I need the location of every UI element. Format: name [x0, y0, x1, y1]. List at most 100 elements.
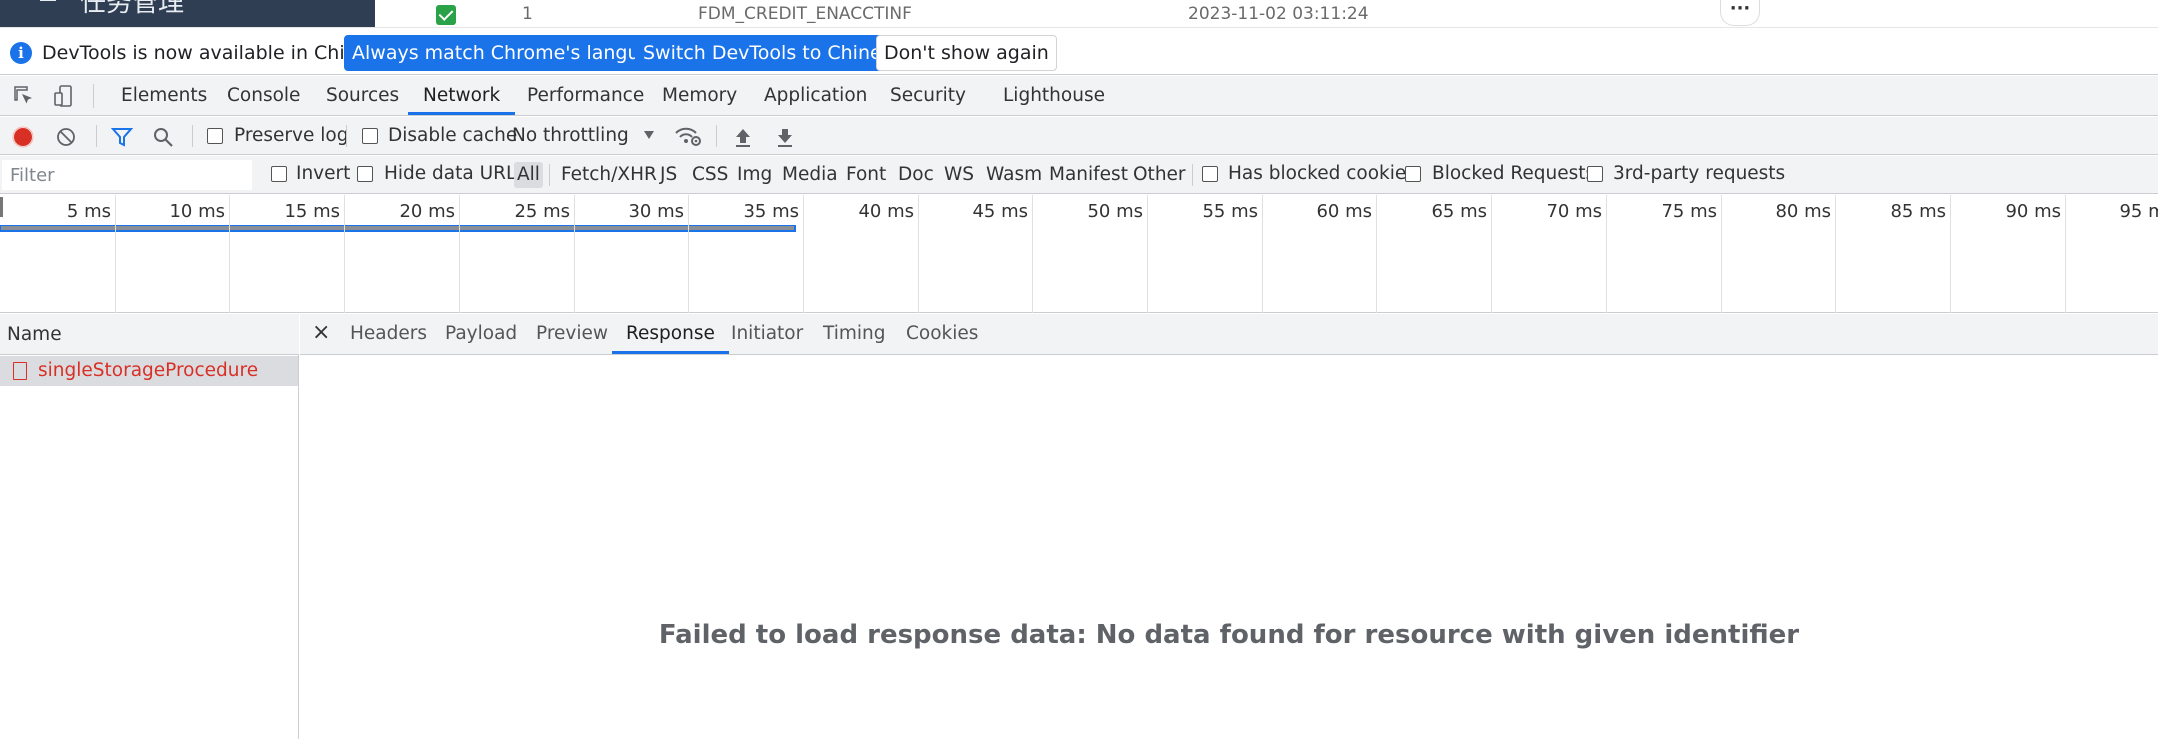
filter-type-other[interactable]: Other: [1130, 162, 1189, 188]
blocked-requests-label: Blocked Requests: [1432, 163, 1596, 184]
filter-type-js[interactable]: JS: [657, 162, 680, 188]
divider: [1192, 164, 1193, 186]
always-match-language-button[interactable]: Always match Chrome's language: [344, 35, 683, 71]
tab-elements[interactable]: Elements: [121, 76, 207, 115]
third-party-requests-checkbox[interactable]: [1587, 166, 1603, 182]
name-column-header[interactable]: Name: [0, 314, 299, 355]
overview-request-bar: [0, 225, 796, 232]
export-har-icon[interactable]: [775, 126, 795, 148]
overview-gridline: [918, 195, 919, 313]
tab-payload[interactable]: Payload: [445, 314, 517, 354]
overview-tick-label: 75 ms: [1661, 201, 1717, 222]
has-blocked-cookies-checkbox[interactable]: [1202, 166, 1218, 182]
overview-tick-label: 20 ms: [399, 201, 455, 222]
overview-tick-label: 35 ms: [743, 201, 799, 222]
tab-performance[interactable]: Performance: [527, 76, 644, 115]
tab-application[interactable]: Application: [764, 76, 867, 115]
overview-tick-label: 85 ms: [1890, 201, 1946, 222]
overview-tick-label: 45 ms: [972, 201, 1028, 222]
throttling-select[interactable]: No throttling: [512, 125, 629, 146]
inspect-element-icon[interactable]: [12, 84, 36, 108]
filter-type-font[interactable]: Font: [843, 162, 889, 188]
overview-tick-label: 55 ms: [1202, 201, 1258, 222]
tab-cookies[interactable]: Cookies: [906, 314, 978, 354]
overview-gridline: [1491, 195, 1492, 313]
tab-timing[interactable]: Timing: [823, 314, 886, 354]
switch-to-chinese-button[interactable]: Switch DevTools to Chinese: [635, 35, 912, 71]
overview-tick-label: 90 ms: [2005, 201, 2061, 222]
tab-console[interactable]: Console: [227, 76, 300, 115]
row-name: FDM_CREDIT_ENACCTINF: [698, 4, 912, 24]
menu-icon: [40, 0, 56, 1]
row-number: 1: [522, 4, 533, 24]
hide-data-urls-checkbox[interactable]: [357, 166, 373, 182]
dont-show-again-button[interactable]: Don't show again: [876, 35, 1057, 71]
overview-gridline: [1606, 195, 1607, 313]
device-toolbar-icon[interactable]: [52, 84, 76, 108]
close-icon[interactable]: ×: [312, 314, 330, 354]
tab-preview[interactable]: Preview: [536, 314, 608, 354]
overview-gridline: [1032, 195, 1033, 313]
overview-tick-label: 10 ms: [169, 201, 225, 222]
request-row[interactable]: singleStorageProcedure: [0, 356, 298, 386]
overview-gridline: [2065, 195, 2066, 313]
filter-type-css[interactable]: CSS: [689, 162, 731, 188]
request-name: singleStorageProcedure: [38, 360, 259, 381]
filter-icon[interactable]: [111, 126, 133, 148]
filter-type-img[interactable]: Img: [734, 162, 775, 188]
app-sidebar-title[interactable]: 任务管理: [80, 0, 184, 16]
tab-headers[interactable]: Headers: [350, 314, 427, 354]
tab-network[interactable]: Network: [408, 76, 516, 115]
filter-bar: Invert Hide data URLs All Fetch/XHR JS C…: [0, 156, 2158, 194]
row-time: 2023-11-02 03:11:24: [1188, 4, 1369, 24]
filter-type-ws[interactable]: WS: [941, 162, 977, 188]
tab-lighthouse[interactable]: Lighthouse: [1003, 76, 1105, 115]
search-icon[interactable]: [152, 126, 174, 148]
timeline-overview[interactable]: 5 ms 10 ms 15 ms 20 ms 25 ms 30 ms 35 ms 40 ms 4…: [0, 195, 2158, 313]
row-checkbox[interactable]: [436, 5, 456, 25]
request-detail-tabs: × Headers Payload Preview Response Initi…: [300, 314, 2158, 355]
overview-handle[interactable]: [0, 197, 3, 217]
record-icon[interactable]: [12, 126, 34, 148]
app-background-strip: 任务管理 1 FDM_CREDIT_ENACCTINF 2023-11-02 0…: [0, 0, 2158, 28]
tab-security[interactable]: Security: [890, 76, 966, 115]
divider: [346, 125, 347, 147]
overview-gridline: [688, 195, 689, 313]
filter-type-doc[interactable]: Doc: [895, 162, 937, 188]
filter-type-fetch-xhr[interactable]: Fetch/XHR: [558, 162, 660, 188]
overview-tick-label: 65 ms: [1431, 201, 1487, 222]
divider: [93, 84, 94, 108]
tab-initiator[interactable]: Initiator: [731, 314, 803, 354]
tab-sources[interactable]: Sources: [326, 76, 399, 115]
filter-type-wasm[interactable]: Wasm: [983, 162, 1045, 188]
clear-icon[interactable]: [56, 127, 76, 147]
overview-gridline: [1262, 195, 1263, 313]
preserve-log-checkbox[interactable]: [207, 128, 223, 144]
app-sidebar: 任务管理: [0, 0, 375, 27]
preserve-log-label: Preserve log: [234, 125, 349, 146]
invert-checkbox[interactable]: [271, 166, 287, 182]
more-icon[interactable]: ···: [1720, 0, 1760, 26]
response-error-message: Failed to load response data: No data fo…: [658, 620, 1800, 650]
divider: [96, 125, 97, 147]
overview-gridline: [344, 195, 345, 313]
filter-type-media[interactable]: Media: [779, 162, 841, 188]
tab-response[interactable]: Response: [612, 314, 729, 354]
chevron-down-icon[interactable]: [643, 130, 655, 140]
filter-input[interactable]: [2, 160, 252, 190]
overview-gridline: [1950, 195, 1951, 313]
network-conditions-icon[interactable]: [674, 125, 702, 147]
blocked-requests-checkbox[interactable]: [1405, 166, 1421, 182]
tab-memory[interactable]: Memory: [662, 76, 737, 115]
overview-tick-label: 30 ms: [628, 201, 684, 222]
has-blocked-cookies-label: Has blocked cookies: [1228, 163, 1416, 184]
overview-tick-label: 95 ms: [2119, 201, 2158, 222]
disable-cache-checkbox[interactable]: [362, 128, 378, 144]
divider: [549, 164, 550, 186]
divider: [716, 125, 717, 147]
filter-type-all[interactable]: All: [514, 162, 543, 188]
import-har-icon[interactable]: [733, 126, 753, 148]
filter-type-manifest[interactable]: Manifest: [1046, 162, 1131, 188]
overview-gridline: [229, 195, 230, 313]
overview-gridline: [115, 195, 116, 313]
